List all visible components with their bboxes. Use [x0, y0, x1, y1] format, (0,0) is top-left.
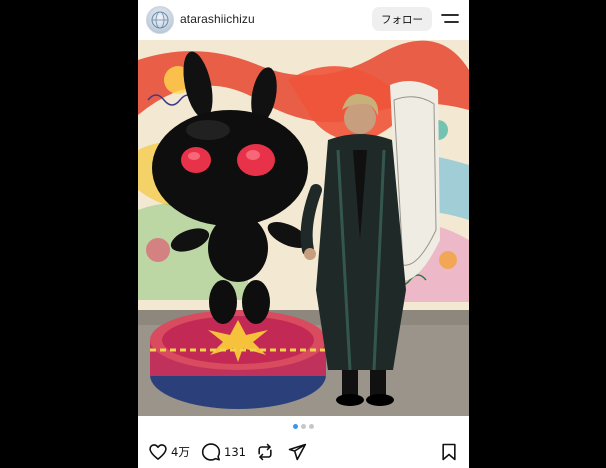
- comment-bubble-icon: [201, 443, 221, 461]
- repost-arrows-icon: [258, 443, 272, 461]
- save-button[interactable]: [439, 440, 459, 464]
- bookmark-icon: [442, 443, 456, 461]
- share-button[interactable]: [287, 440, 307, 464]
- action-bar: 4万 131: [138, 440, 469, 464]
- avatar-globe-icon: [151, 11, 169, 29]
- heart-icon: [149, 444, 167, 460]
- avatar[interactable]: [146, 6, 174, 34]
- post-panel: atarashiichizu フォロー 4万 131: [138, 0, 469, 468]
- carousel-indicator: [138, 424, 469, 430]
- username[interactable]: atarashiichizu: [180, 12, 255, 26]
- menu-lines-icon[interactable]: [441, 12, 459, 26]
- like-count: 4万: [171, 445, 190, 459]
- carousel-dot: [301, 424, 306, 429]
- photo-artwork: [138, 40, 469, 416]
- repost-button[interactable]: [255, 440, 275, 464]
- comment-button[interactable]: 131: [201, 440, 246, 464]
- comment-count: 131: [224, 445, 246, 459]
- follow-button[interactable]: フォロー: [372, 7, 432, 31]
- post-photo[interactable]: [138, 40, 469, 416]
- post-header: atarashiichizu フォロー: [138, 0, 469, 38]
- carousel-dot-active: [293, 424, 298, 429]
- send-plane-icon: [288, 443, 307, 461]
- carousel-dot: [309, 424, 314, 429]
- like-button[interactable]: 4万: [148, 440, 190, 464]
